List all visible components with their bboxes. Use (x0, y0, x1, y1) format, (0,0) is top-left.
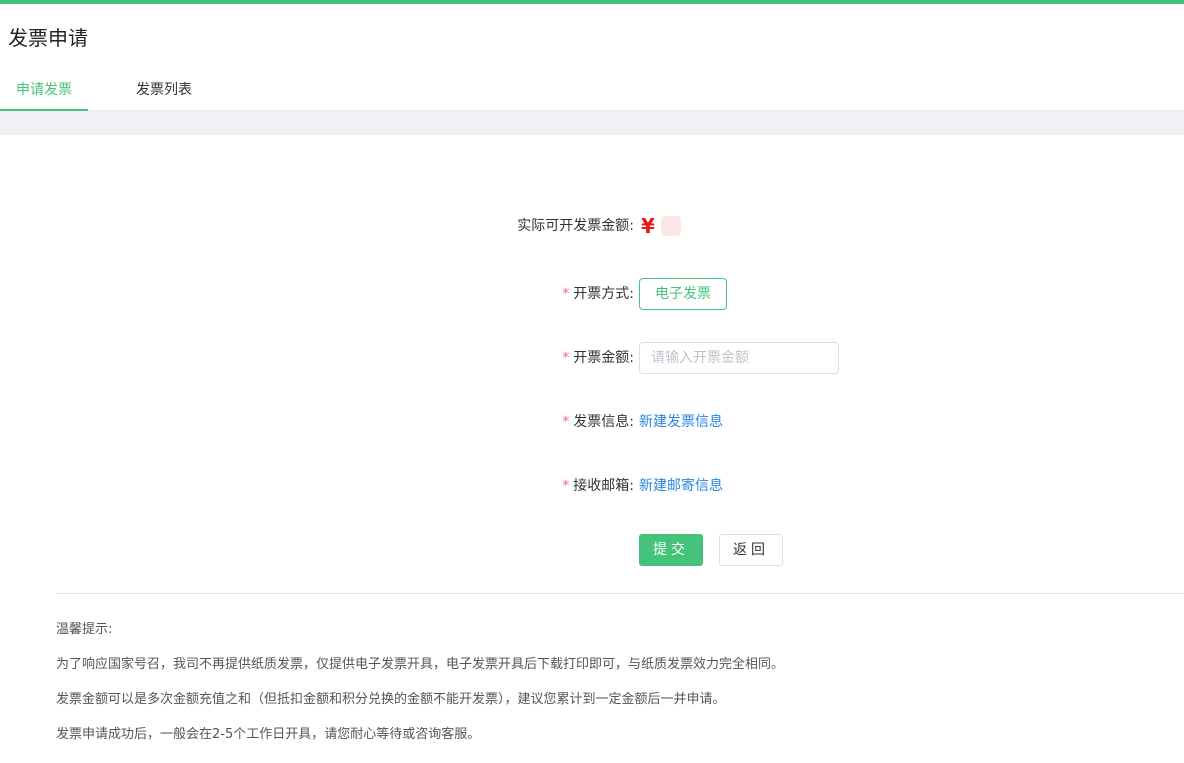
new-mailing-info-link[interactable]: 新建邮寄信息 (639, 478, 723, 494)
new-invoice-info-link[interactable]: 新建发票信息 (639, 414, 723, 430)
available-amount-label: 实际可开发票金额: (517, 218, 634, 234)
invoice-info-label-text: 发票信息: (573, 414, 634, 430)
tip-line: 为了响应国家号召，我司不再提供纸质发票，仅提供电子发票开具，电子发票开具后下载打… (56, 657, 785, 672)
invoice-type-row: * 开票方式: 电子发票 (0, 277, 1184, 311)
invoice-info-label: * 发票信息: (562, 405, 634, 439)
amount-redacted (660, 216, 681, 236)
invoice-amount-label-text: 开票金额: (573, 350, 634, 366)
invoice-amount-input[interactable] (639, 342, 839, 374)
top-accent-bar (0, 0, 1184, 4)
tab-bar: 申请发票 发票列表 (0, 70, 1184, 111)
required-mark: * (562, 478, 570, 494)
available-amount-row: 实际可开发票金额: ¥ (0, 209, 1184, 243)
invoice-info-field: 新建发票信息 (639, 405, 723, 439)
invoice-info-row: * 发票信息: 新建发票信息 (0, 405, 1184, 439)
required-mark: * (562, 350, 570, 366)
page-title: 发票申请 (8, 26, 88, 50)
tip-line: 发票申请成功后，一般会在2-5个工作日开具，请您耐心等待或咨询客服。 (56, 727, 481, 742)
section-separator (0, 111, 1184, 135)
back-button[interactable]: 返回 (719, 534, 783, 566)
invoice-type-field: 电子发票 (639, 277, 727, 311)
invoice-type-label-text: 开票方式: (573, 286, 634, 302)
tab-invoice-list[interactable]: 发票列表 (120, 70, 208, 110)
invoice-amount-field (639, 341, 839, 375)
required-mark: * (562, 286, 570, 302)
email-row: * 接收邮箱: 新建邮寄信息 (0, 469, 1184, 503)
invoice-type-label: * 开票方式: (562, 277, 634, 311)
available-amount-value: ¥ (641, 209, 681, 243)
tips-title: 温馨提示: (56, 622, 113, 637)
divider (56, 593, 1184, 594)
submit-button[interactable]: 提交 (639, 534, 703, 566)
tab-apply-invoice[interactable]: 申请发票 (0, 70, 88, 110)
tip-line: 发票金额可以是多次金额充值之和（但抵扣金额和积分兑换的金额不能开发票），建议您累… (56, 692, 726, 707)
required-mark: * (562, 414, 570, 430)
yen-sign: ¥ (641, 214, 655, 238)
email-field: 新建邮寄信息 (639, 469, 723, 503)
invoice-amount-label: * 开票金额: (562, 341, 634, 375)
electronic-invoice-option[interactable]: 电子发票 (639, 278, 727, 310)
invoice-amount-row: * 开票金额: (0, 341, 1184, 375)
email-label-text: 接收邮箱: (573, 478, 634, 494)
email-label: * 接收邮箱: (562, 469, 634, 503)
